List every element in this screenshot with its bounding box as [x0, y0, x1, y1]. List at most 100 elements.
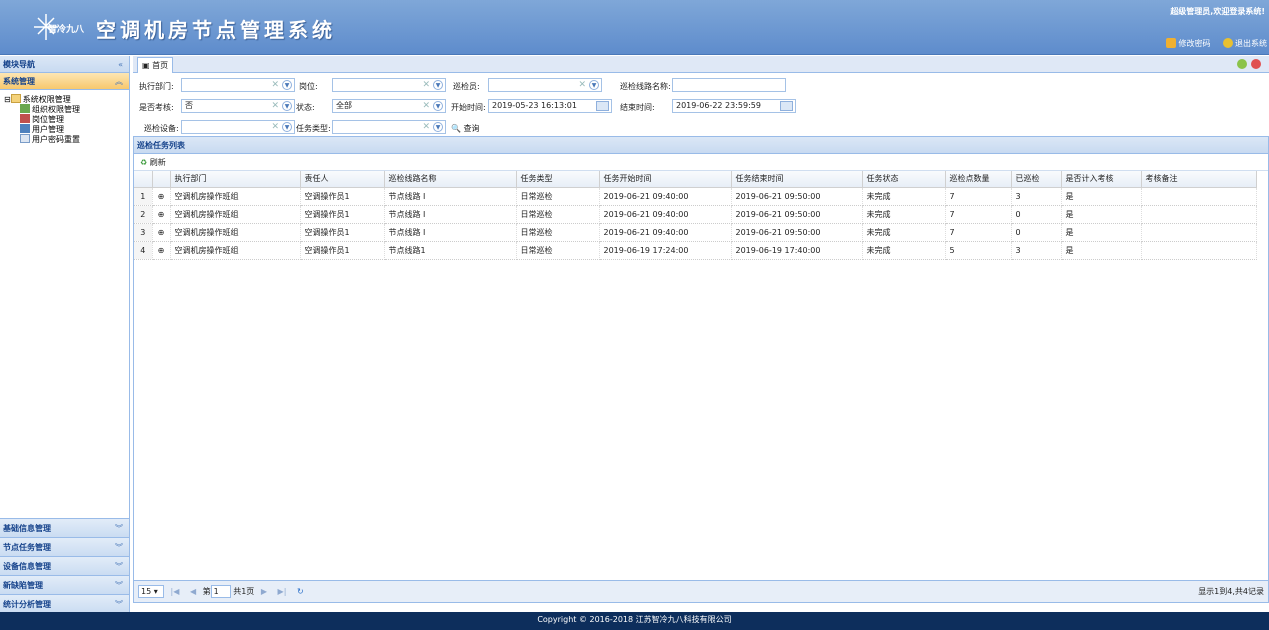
cell-end: 2019-06-21 09:50:00 [731, 205, 863, 224]
col-header[interactable]: 任务结束时间 [731, 171, 863, 188]
expand-icon[interactable]: ⊕ [152, 223, 171, 242]
prev-page-icon[interactable]: ◀ [190, 587, 196, 596]
chevron-down-icon[interactable]: ▼ [282, 80, 292, 90]
chevron-down-icon[interactable]: ▼ [282, 101, 292, 111]
post-select[interactable]: ✕ ▼ [332, 78, 446, 92]
expand-icon[interactable]: ⊕ [152, 187, 171, 206]
col-header[interactable]: 任务开始时间 [599, 171, 732, 188]
dept-select[interactable]: ✕ ▼ [181, 78, 295, 92]
cell-type: 日常巡检 [516, 187, 600, 206]
next-page-icon[interactable]: ▶ [261, 587, 267, 596]
cell-end: 2019-06-21 09:50:00 [731, 223, 863, 242]
tree-node-root[interactable]: ⊟ 系统权限管理 [4, 94, 129, 104]
first-page-icon[interactable]: |◀ [171, 587, 180, 596]
table-row[interactable]: 1 ⊕ 空调机房操作班组 空调操作员1 节点线路 I 日常巡检 2019-06-21 09:… [134, 187, 1257, 206]
chevron-down-icon[interactable]: ▼ [282, 122, 292, 132]
tree-node-password-reset[interactable]: 用户密码重置 [4, 134, 129, 144]
cell-route: 节点线路 I [384, 223, 517, 242]
post-icon [20, 114, 30, 123]
page-size-select[interactable]: 15 ▾ [138, 585, 164, 598]
inspector-select[interactable]: ✕ ▼ [488, 78, 602, 92]
reload-icon[interactable]: ↻ [297, 587, 304, 596]
cell-dept: 空调机房操作班组 [170, 223, 301, 242]
end-time-input[interactable]: 2019-06-22 23:59:59 [672, 99, 796, 113]
assess-select[interactable]: 否 ✕ ▼ [181, 99, 295, 113]
clear-icon[interactable]: ✕ [271, 100, 279, 112]
cell-status: 未完成 [862, 241, 946, 260]
tree-node-org[interactable]: 组织权限管理 [4, 104, 129, 114]
user-icon [20, 124, 30, 133]
logout-link[interactable]: 退出系统 [1223, 38, 1267, 48]
table-row[interactable]: 2 ⊕ 空调机房操作班组 空调操作员1 节点线路 I 日常巡检 2019-06-21 09:… [134, 205, 1257, 224]
cell-end: 2019-06-19 17:40:00 [731, 241, 863, 260]
expand-icon[interactable]: ⊕ [152, 205, 171, 224]
sidebar-title: 模块导航 « [0, 56, 129, 73]
col-header[interactable]: 任务状态 [862, 171, 946, 188]
logo-text: 智冷九八 [48, 25, 85, 35]
task-type-select[interactable]: ✕ ▼ [332, 120, 446, 134]
close-tab-icon[interactable] [1251, 59, 1261, 69]
col-header[interactable]: 任务类型 [516, 171, 600, 188]
refresh-icon: ♻ [140, 158, 148, 167]
refresh-button[interactable]: ♻ 刷新 [140, 158, 166, 167]
chevron-down-icon[interactable]: ▼ [433, 80, 443, 90]
col-header[interactable]: 责任人 [300, 171, 385, 188]
clear-icon[interactable]: ✕ [422, 121, 430, 133]
section-device-info[interactable]: 设备信息管理 ︾ [0, 556, 129, 575]
chevron-down-icon[interactable]: ▼ [589, 80, 599, 90]
cell-route: 节点线路 I [384, 187, 517, 206]
col-header[interactable]: 执行部门 [170, 171, 301, 188]
system-title: 空调机房节点管理系统 [96, 18, 336, 42]
col-header[interactable]: 已巡检 [1011, 171, 1062, 188]
device-label: 巡检设备: [144, 124, 179, 133]
col-header[interactable]: 是否计入考核 [1061, 171, 1142, 188]
chevron-up-icon[interactable]: ︽ [115, 73, 123, 90]
cell-status: 未完成 [862, 187, 946, 206]
tree-node-user[interactable]: 用户管理 [4, 124, 129, 134]
calendar-icon[interactable] [596, 101, 609, 111]
collapse-icon[interactable]: « [118, 56, 123, 73]
permission-tree: ⊟ 系统权限管理 组织权限管理 岗位管理 用户管理 用户密码重置 [0, 90, 129, 518]
cell-done: 0 [1011, 205, 1062, 224]
start-time-label: 开始时间: [451, 103, 486, 112]
cell-type: 日常巡检 [516, 205, 600, 224]
calendar-icon[interactable] [780, 101, 793, 111]
cell-assess: 是 [1061, 187, 1142, 206]
col-header[interactable]: 巡检点数量 [945, 171, 1012, 188]
page-number-input[interactable]: 1 [210, 585, 231, 598]
start-time-input[interactable]: 2019-05-23 16:13:01 [488, 99, 612, 113]
cell-person: 空调操作员1 [300, 223, 385, 242]
route-input[interactable] [672, 78, 786, 92]
end-time-label: 结束时间: [620, 103, 655, 112]
tab-home[interactable]: ▣ 首页 [137, 57, 174, 73]
clear-icon[interactable]: ✕ [271, 79, 279, 91]
row-number: 4 [134, 241, 153, 260]
cell-points: 7 [945, 205, 1012, 224]
refresh-tab-icon[interactable] [1237, 59, 1247, 69]
change-password-link[interactable]: 修改密码 [1166, 38, 1210, 48]
clear-icon[interactable]: ✕ [422, 100, 430, 112]
clear-icon[interactable]: ✕ [578, 79, 586, 91]
col-header[interactable]: 巡检线路名称 [384, 171, 517, 188]
cell-start: 2019-06-21 09:40:00 [599, 187, 732, 206]
clear-icon[interactable]: ✕ [271, 121, 279, 133]
cell-points: 5 [945, 241, 1012, 260]
tree-node-post[interactable]: 岗位管理 [4, 114, 129, 124]
section-defect[interactable]: 新缺陷管理 ︾ [0, 575, 129, 594]
section-node-task[interactable]: 节点任务管理 ︾ [0, 537, 129, 556]
query-button[interactable]: 🔍 查询 [451, 123, 480, 134]
chevron-down-icon[interactable]: ▼ [433, 122, 443, 132]
chevron-down-icon[interactable]: ▼ [433, 101, 443, 111]
last-page-icon[interactable]: ▶| [278, 587, 287, 596]
table-row[interactable]: 3 ⊕ 空调机房操作班组 空调操作员1 节点线路 I 日常巡检 2019-06-21 09:… [134, 223, 1257, 242]
status-select[interactable]: 全部 ✕ ▼ [332, 99, 446, 113]
tree-toggle-icon[interactable]: ⊟ [4, 95, 11, 104]
expand-icon[interactable]: ⊕ [152, 241, 171, 260]
section-basic-info[interactable]: 基础信息管理 ︾ [0, 518, 129, 537]
device-select[interactable]: ✕ ▼ [181, 120, 295, 134]
section-system-management[interactable]: 系统管理 ︽ [0, 73, 129, 90]
col-header[interactable]: 考核备注 [1141, 171, 1257, 188]
table-row[interactable]: 4 ⊕ 空调机房操作班组 空调操作员1 节点线路1 日常巡检 2019-06-19 17:2… [134, 241, 1257, 260]
section-statistics[interactable]: 统计分析管理 ︾ [0, 594, 129, 613]
clear-icon[interactable]: ✕ [422, 79, 430, 91]
